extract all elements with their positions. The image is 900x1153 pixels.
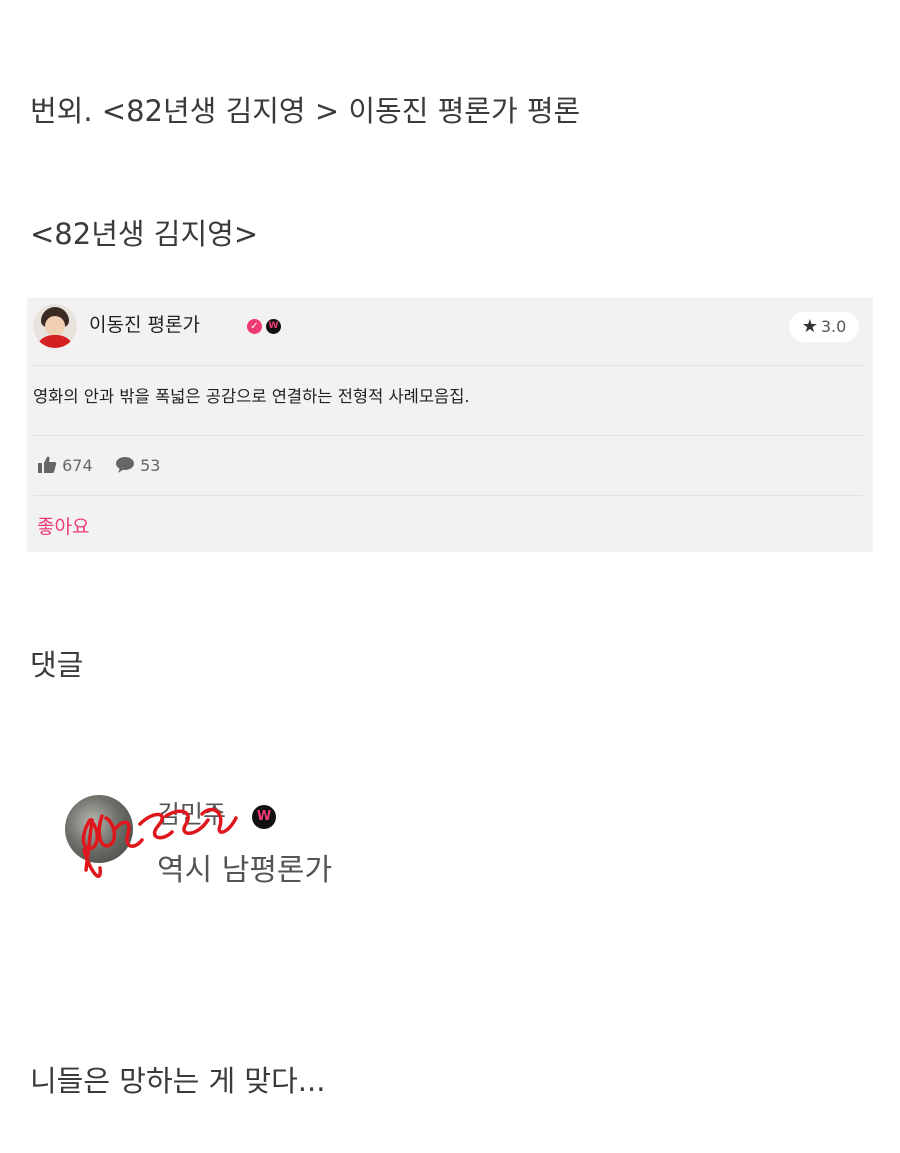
review-text: 영화의 안과 밖을 폭넓은 공감으로 연결하는 전형적 사례모음집.	[33, 387, 470, 406]
w-badge-icon: W	[266, 319, 281, 334]
commenter-avatar[interactable]	[65, 795, 133, 863]
comments-heading: 댓글	[30, 648, 84, 682]
likes-count: 674	[62, 456, 93, 475]
commenter-name[interactable]: 김민주	[157, 800, 226, 830]
reviewer-avatar[interactable]	[33, 304, 77, 348]
w-badge-icon: W	[252, 805, 276, 829]
comment-item: 김민주 W 역시 남평론가	[62, 790, 382, 890]
like-button[interactable]: 좋아요	[37, 515, 89, 539]
movie-heading: <82년생 김지영>	[30, 217, 259, 251]
reviewer-name[interactable]: 이동진 평론가	[89, 313, 200, 337]
closing-remark: 니들은 망하는 게 맞다...	[30, 1064, 326, 1098]
review-card: 이동진 평론가 ✓ W ★ 3.0 영화의 안과 밖을 폭넓은 공감으로 연결하는…	[27, 298, 873, 552]
comments-stat: 53	[115, 454, 160, 478]
verified-badge-icon: ✓	[247, 319, 262, 334]
star-icon: ★	[801, 316, 818, 337]
speech-bubble-icon	[116, 457, 134, 473]
divider	[33, 365, 863, 366]
likes-stat: 674	[37, 454, 93, 478]
thumbs-up-icon	[38, 456, 57, 473]
comments-count: 53	[140, 456, 161, 475]
post-title-line: 번외. <82년생 김지영 > 이동진 평론가 평론	[30, 94, 581, 128]
divider	[33, 495, 863, 496]
rating-value: 3.0	[820, 317, 847, 336]
rating-badge: ★ 3.0	[789, 312, 859, 342]
comment-text: 역시 남평론가	[157, 853, 333, 888]
divider	[33, 435, 863, 436]
